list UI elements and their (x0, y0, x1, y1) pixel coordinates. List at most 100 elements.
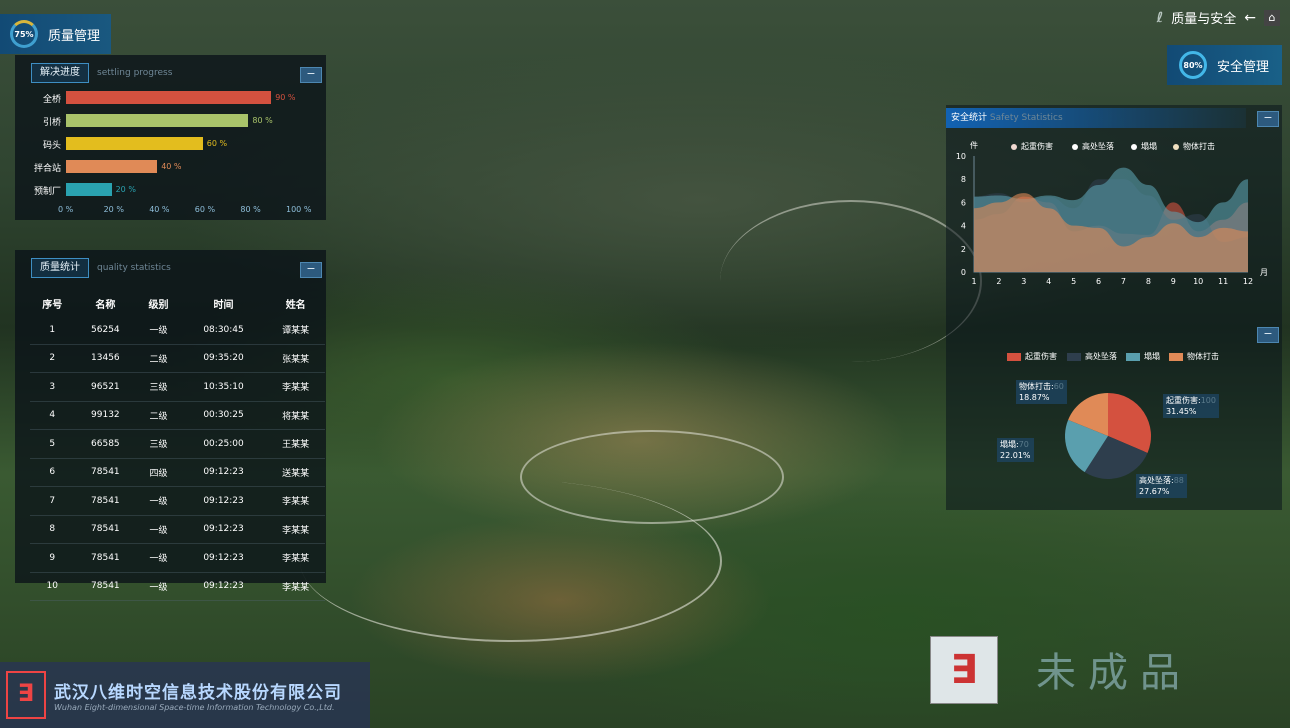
watermark-logo-icon: ∃ (930, 636, 998, 704)
safety-management-tab[interactable]: 80% 安全管理 (1167, 45, 1282, 85)
pie-label-name: 起重伤害: (1166, 396, 1201, 405)
table-cell: 李某某 (266, 372, 325, 402)
pie-label-count: 100 (1200, 396, 1216, 405)
table-cell: 4 (30, 401, 75, 430)
legend-swatch (1169, 352, 1183, 361)
progress-bar[interactable] (66, 183, 112, 196)
company-logo-icon: ∃ (6, 671, 46, 719)
table-cell: 二级 (136, 401, 181, 430)
watermark-text: 未成品 (1036, 650, 1192, 696)
progress-bar[interactable] (66, 137, 203, 150)
table-cell: 一级 (136, 515, 181, 544)
x-tick-label: 7 (1121, 277, 1126, 286)
progress-subtitle: settling progress (97, 68, 173, 78)
top-right-bar: ℓ 质量与安全 ← ⌂ (1157, 8, 1280, 27)
pie-legend-item[interactable]: 塌塌 (1126, 351, 1160, 362)
table-cell: 78541 (74, 572, 137, 601)
x-tick-label: 5 (1071, 277, 1076, 286)
y-tick-label: 4 (961, 222, 966, 231)
table-cell: 四级 (136, 458, 181, 487)
table-cell: 66585 (74, 429, 137, 459)
brand-title: 质量与安全 (1171, 12, 1237, 27)
collapse-quality-button[interactable]: − (300, 262, 322, 278)
column-header: 名称 (95, 299, 116, 311)
table-row[interactable]: 2 13456 二级 09:35:20 张某某 (30, 344, 325, 373)
back-arrow-icon[interactable]: ← (1244, 10, 1256, 26)
table-cell: 一级 (136, 316, 181, 345)
progress-title[interactable]: 解决进度 (31, 63, 89, 83)
table-cell: 谭某某 (266, 316, 325, 345)
table-cell: 09:12:23 (180, 572, 267, 601)
pie-label-count: 88 (1173, 476, 1184, 485)
column-header: 时间 (213, 299, 234, 311)
legend-label: 物体打击 (1187, 352, 1219, 361)
axis-tick: 20 % (103, 205, 124, 214)
pie-legend-item[interactable]: 起重伤害 (1007, 351, 1057, 362)
quality-management-tab[interactable]: 75% 质量管理 (0, 14, 111, 54)
table-row[interactable]: 8 78541 一级 09:12:23 李某某 (30, 515, 325, 544)
legend-label: 起重伤害 (1025, 352, 1057, 361)
pie-label-name: 塌塌: (1000, 440, 1019, 449)
legend-label: 高处坠落 (1085, 352, 1117, 361)
bar-value: 80 % (252, 116, 273, 125)
table-cell: 09:12:23 (180, 458, 267, 487)
x-tick-label: 11 (1218, 277, 1228, 286)
table-row[interactable]: 5 66585 三级 00:25:00 王某某 (30, 429, 325, 459)
pie-legend-item[interactable]: 高处坠落 (1067, 351, 1117, 362)
table-row[interactable]: 3 96521 三级 10:35:10 李某某 (30, 372, 325, 402)
table-cell: 5 (30, 429, 75, 459)
pie-legend-item[interactable]: 物体打击 (1169, 351, 1219, 362)
table-row[interactable]: 6 78541 四级 09:12:23 送某某 (30, 458, 325, 487)
legend-label: 塌塌 (1144, 352, 1160, 361)
bar-label: 全桥 (42, 95, 61, 105)
table-row[interactable]: 7 78541 一级 09:12:23 李某某 (30, 486, 325, 516)
quality-progress-ring: 75% (10, 20, 38, 48)
bar-label: 预制厂 (33, 187, 61, 197)
quality-title: 质量管理 (48, 28, 101, 44)
axis-tick: 0 % (58, 205, 74, 214)
table-cell: 李某某 (266, 486, 325, 516)
progress-panel: 解决进度 settling progress − 全桥 90 % 引桥 80 % 码头 6… (15, 55, 326, 220)
collapse-progress-button[interactable]: − (300, 67, 322, 83)
progress-bar[interactable] (66, 91, 272, 104)
table-cell: 李某某 (266, 543, 325, 573)
table-cell: 78541 (74, 543, 137, 573)
collapse-safety-button[interactable]: − (1257, 111, 1279, 127)
bar-value: 20 % (115, 185, 136, 194)
bar-value: 90 % (275, 93, 296, 102)
pie-label-percent: 31.45% (1166, 407, 1197, 416)
legend-swatch (1067, 352, 1081, 361)
x-tick-label: 8 (1146, 277, 1151, 286)
table-cell: 李某某 (266, 515, 325, 544)
axis-tick: 80 % (240, 205, 261, 214)
table-cell: 2 (30, 344, 75, 373)
table-row[interactable]: 1 56254 一级 08:30:45 谭某某 (30, 316, 325, 345)
safety-title: 安全管理 (1217, 59, 1270, 75)
home-icon[interactable]: ⌂ (1264, 9, 1280, 26)
safety-stats-subtitle: Safety Statistics (989, 113, 1063, 123)
table-cell: 李某某 (266, 572, 325, 601)
table-cell: 09:12:23 (180, 515, 267, 544)
table-row[interactable]: 4 99132 二级 00:30:25 将某某 (30, 401, 325, 430)
pie-label-count: 60 (1053, 382, 1064, 391)
quality-stats-title[interactable]: 质量统计 (31, 258, 89, 278)
table-cell: 3 (30, 372, 75, 402)
collapse-pie-button[interactable]: − (1257, 327, 1279, 343)
pie-label-percent: 22.01% (1000, 451, 1031, 460)
progress-bar[interactable] (66, 114, 249, 127)
x-tick-label: 12 (1243, 277, 1253, 286)
x-tick-label: 1 (971, 277, 976, 286)
table-cell: 三级 (136, 429, 181, 459)
area-xlabel: 月 (1260, 268, 1268, 277)
pie-label-name: 高处坠落: (1139, 476, 1174, 485)
table-row[interactable]: 9 78541 一级 09:12:23 李某某 (30, 543, 325, 573)
y-tick-label: 0 (961, 268, 966, 277)
road (720, 200, 982, 362)
bar-value: 60 % (206, 139, 228, 148)
axis-tick: 60 % (194, 205, 216, 214)
progress-bar[interactable] (66, 160, 158, 173)
table-row[interactable]: 10 78541 一级 09:12:23 李某某 (30, 572, 325, 601)
quality-header: 质量统计 quality statistics (31, 258, 171, 278)
table-cell: 一级 (136, 572, 181, 601)
table-cell: 78541 (74, 458, 137, 487)
